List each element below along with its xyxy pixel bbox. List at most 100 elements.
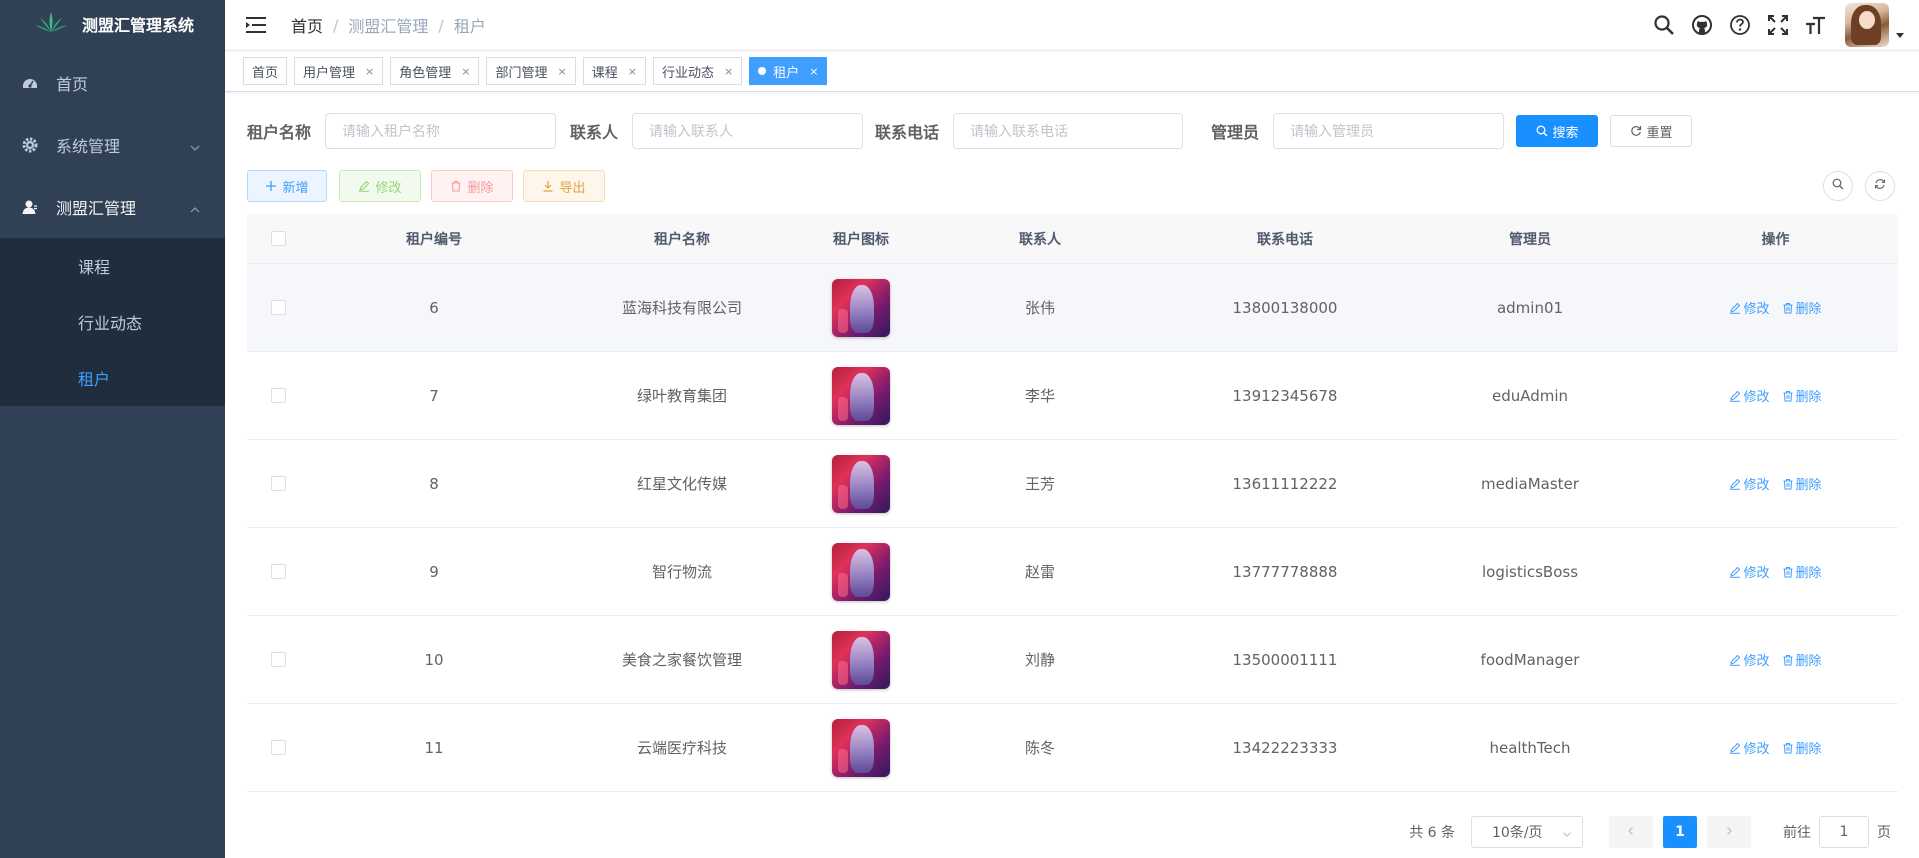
row-edit-link[interactable]: 修改 [1729,650,1770,669]
row-edit-label: 修改 [1743,566,1770,581]
tenant-icon-image[interactable] [832,278,890,337]
row-delete-link[interactable]: 删除 [1782,562,1822,581]
trash-icon [1782,478,1794,490]
tenant-icon-image[interactable] [832,454,890,513]
next-page-button[interactable] [1707,816,1751,848]
tenant-icon-image[interactable] [832,718,890,777]
tenant-icon-image[interactable] [832,630,890,689]
column-header: 联系人 [1019,231,1061,248]
pagination: 共 6 条 10条/页 1 前往 1 页 [1409,816,1891,848]
row-delete-link[interactable]: 删除 [1782,474,1822,493]
row-edit-link[interactable]: 修改 [1729,474,1770,493]
header-checkbox-cell [247,231,309,246]
toggle-search-button[interactable] [1823,171,1853,201]
search-button[interactable]: 搜索 [1516,115,1599,147]
tag-industry-news[interactable]: 行业动态 × [652,57,743,85]
close-icon[interactable]: × [365,65,374,78]
operation-cell: 修改 删除 [1653,650,1898,669]
table-row[interactable]: 11 云端医疗科技 陈冬 13422223333 healthTech 修改 删除 [247,704,1898,792]
tenant-icon-cell [805,630,917,689]
close-icon[interactable]: × [809,65,818,78]
row-delete-link[interactable]: 删除 [1782,298,1822,317]
add-button[interactable]: 新增 [247,170,327,202]
font-size-icon[interactable] [1805,14,1827,36]
contact-cell: 李华 [1024,387,1055,405]
breadcrumb-home[interactable]: 首页 [291,13,323,37]
tag-role-management[interactable]: 角色管理 × [390,57,480,85]
sidebar-item-tenant[interactable]: 租户 [0,350,225,406]
tenant-icon-image[interactable] [832,542,890,601]
row-edit-link[interactable]: 修改 [1729,738,1770,757]
row-checkbox[interactable] [270,652,286,667]
row-edit-link[interactable]: 修改 [1729,562,1770,581]
page-number[interactable]: 1 [1663,816,1697,848]
github-icon[interactable] [1691,14,1713,36]
row-checkbox[interactable] [270,300,286,315]
table-row[interactable]: 10 美食之家餐饮管理 刘静 13500001111 foodManager 修改 删除 [247,616,1898,704]
tag-label: 行业动态 [661,65,714,81]
caret-down-icon[interactable] [1895,27,1905,38]
gear-icon [22,137,38,153]
refresh-button[interactable] [1865,171,1895,201]
sidebar-item-label: 首页 [56,75,89,94]
edit-button[interactable]: 修改 [339,170,421,202]
close-icon[interactable]: × [558,65,567,78]
tag-dept-management[interactable]: 部门管理 × [486,57,576,85]
close-icon[interactable]: × [461,65,470,78]
total-count: 共 6 条 [1409,825,1455,841]
contact-input[interactable]: 请输入联系人 [632,113,864,149]
sidebar-item-industry-news[interactable]: 行业动态 [0,294,225,350]
logo-area[interactable]: 测盟汇管理系统 [0,0,225,48]
tag-tenant[interactable]: 租户 × [749,57,828,85]
sidebar-item-cemenghui[interactable]: 测盟汇管理 [0,176,225,238]
breadcrumb-cemenghui: 测盟汇管理 [348,17,429,36]
row-edit-link[interactable]: 修改 [1729,386,1770,405]
row-checkbox-cell [247,564,309,579]
row-delete-link[interactable]: 删除 [1782,650,1822,669]
breadcrumb: 首页 / 测盟汇管理 / 租户 [291,13,486,37]
row-checkbox[interactable] [270,564,286,579]
close-icon[interactable]: × [628,65,637,78]
select-all-checkbox[interactable] [270,231,286,246]
hamburger-icon[interactable] [245,16,267,34]
export-button[interactable]: 导出 [523,170,605,202]
row-edit-label: 修改 [1743,478,1770,493]
search-icon[interactable] [1653,14,1675,36]
edit-button-label: 修改 [375,180,402,196]
tag-user-management[interactable]: 用户管理 × [294,57,384,85]
help-icon[interactable] [1729,14,1751,36]
table-row[interactable]: 8 红星文化传媒 王芳 13611112222 mediaMaster 修改 删除 [247,440,1898,528]
sidebar-item-home[interactable]: 首页 [0,52,225,114]
row-delete-link[interactable]: 删除 [1782,386,1822,405]
row-checkbox[interactable] [270,388,286,403]
reset-button[interactable]: 重置 [1610,115,1693,147]
row-checkbox[interactable] [270,476,286,491]
goto-suffix: 页 [1877,825,1891,841]
close-icon[interactable]: × [724,65,733,78]
tag-home[interactable]: 首页 [243,57,288,85]
tenant-icon-image[interactable] [832,366,890,425]
page-size-select[interactable]: 10条/页 [1471,816,1583,848]
avatar[interactable] [1845,3,1889,47]
row-delete-link[interactable]: 删除 [1782,738,1822,757]
delete-button[interactable]: 删除 [431,170,513,202]
table-row[interactable]: 7 绿叶教育集团 李华 13912345678 eduAdmin 修改 删除 [247,352,1898,440]
admin-input[interactable]: 请输入管理员 [1273,113,1505,149]
phone-input[interactable]: 请输入联系电话 [953,113,1184,149]
sidebar-item-system[interactable]: 系统管理 [0,114,225,176]
goto-page-input[interactable]: 1 [1819,816,1869,848]
tenant-name-input[interactable]: 请输入租户名称 [325,113,557,149]
row-checkbox-cell [247,740,309,755]
table-row[interactable]: 6 蓝海科技有限公司 张伟 13800138000 admin01 修改 删除 [247,264,1898,352]
contact-cell: 赵雷 [1024,563,1055,581]
row-checkbox-cell [247,652,309,667]
table-row[interactable]: 9 智行物流 赵雷 13777778888 logisticsBoss 修改 删除 [247,528,1898,616]
sidebar-item-label: 测盟汇管理 [56,199,137,218]
sidebar-item-course[interactable]: 课程 [0,238,225,294]
prev-page-button[interactable] [1609,816,1653,848]
fullscreen-icon[interactable] [1767,14,1789,36]
row-checkbox[interactable] [270,740,286,755]
tag-course[interactable]: 课程 × [582,57,646,85]
row-edit-link[interactable]: 修改 [1729,298,1770,317]
operation-cell: 修改 删除 [1653,386,1898,405]
